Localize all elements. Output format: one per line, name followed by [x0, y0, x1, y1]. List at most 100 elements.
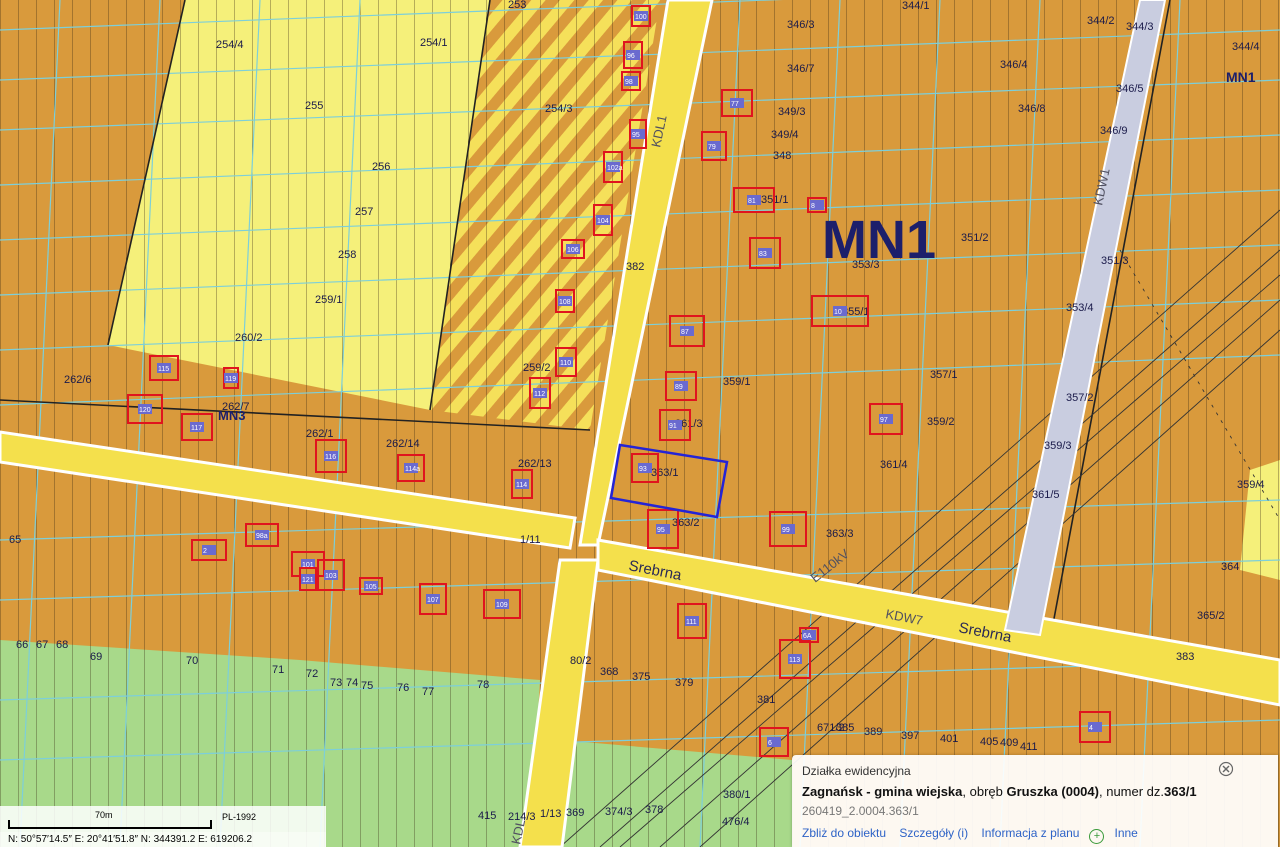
parcel-label: 409 — [1000, 737, 1018, 749]
zoom-to-object-link[interactable]: Zbliż do obiektu — [802, 826, 886, 840]
building-number: 103 — [325, 573, 337, 580]
popup-location: Zagnańsk - gmina wiejska — [802, 784, 963, 799]
parcel-label: 344/4 — [1232, 41, 1260, 53]
parcel-label: 344/2 — [1087, 15, 1115, 27]
building-number: 104 — [597, 218, 609, 225]
building-number: 119 — [225, 376, 236, 383]
building-number: 83 — [759, 251, 767, 258]
plan-info-link[interactable]: Informacja z planu — [981, 826, 1079, 840]
parcel-label: 405 — [980, 736, 998, 748]
parcel-label: 260/2 — [235, 332, 263, 344]
parcel-label: 262/7 — [222, 401, 250, 413]
building-number: 112 — [534, 391, 545, 398]
details-link[interactable]: Szczegóły (i) — [899, 826, 968, 840]
parcel-label: 214/3 — [508, 811, 536, 823]
building-number: 107 — [427, 597, 439, 604]
parcel-label: 382 — [626, 261, 644, 273]
parcel-label: 364 — [1221, 561, 1239, 573]
building-number: 117 — [191, 425, 202, 432]
parcel-label: 262/6 — [64, 374, 92, 386]
scale-bar-graphic — [8, 820, 212, 829]
parcel-label: 348 — [773, 150, 791, 162]
parcel-label: 74 — [346, 677, 358, 689]
building: 8 — [807, 197, 827, 213]
scale-crs: PL-1992 — [222, 812, 257, 822]
parcel-label: 363/1 — [651, 467, 679, 479]
building-number: 113 — [789, 657, 800, 664]
other-link[interactable]: Inne — [1114, 826, 1137, 840]
parcel-label: 349/3 — [778, 106, 806, 118]
scale-length: 70m — [95, 810, 113, 820]
parcel-label: 254/3 — [545, 103, 573, 115]
parcel-label: 353/4 — [1066, 302, 1094, 314]
parcel-label: 389 — [864, 726, 882, 738]
parcel-label: 359/4 — [1237, 479, 1265, 491]
parcel-label: 378 — [645, 804, 663, 816]
parcel-label: 253 — [508, 0, 526, 11]
parcel-label: 346/8 — [1018, 103, 1046, 115]
parcel-label: 357/1 — [930, 369, 958, 381]
close-icon[interactable] — [1218, 761, 1234, 777]
popup-links: Zbliż do obiektu Szczegóły (i) Informacj… — [802, 826, 1148, 844]
building-number: 100 — [635, 14, 647, 21]
popup-precinct-prefix: , obręb — [962, 784, 1007, 799]
building-number: 110 — [560, 360, 571, 367]
parcel-label: 68 — [56, 639, 68, 651]
parcel-label: 259/2 — [523, 362, 551, 374]
parcel-label: 69 — [90, 651, 102, 663]
parcel-label: 255 — [305, 100, 323, 112]
parcel-label: 363/2 — [672, 517, 700, 529]
parcel-label: 70 — [186, 655, 198, 667]
parcel-label: 363/3 — [826, 528, 854, 540]
map-canvas[interactable]: MN1 MN1 MN3 Srebrna Srebrna KDL1 KDW1 KD… — [0, 0, 1280, 847]
parcel-label: 374/3 — [605, 806, 633, 818]
parcel-label: 411 — [1020, 741, 1038, 753]
parcel-label: 349/4 — [771, 129, 799, 141]
parcel-label: 75 — [361, 680, 373, 692]
parcel-label: 80/2 — [570, 655, 591, 667]
parcel-label: 346/3 — [787, 19, 815, 31]
parcel-label: 346/4 — [1000, 59, 1028, 71]
popup-description: Zagnańsk - gmina wiejska, obręb Gruszka … — [802, 784, 1197, 799]
parcel-label: 359/2 — [927, 416, 955, 428]
popup-parcel-number: 363/1 — [1164, 784, 1197, 799]
parcel-label: 76 — [397, 682, 409, 694]
building-number: 98a — [256, 533, 268, 540]
parcel-label: 476/4 — [722, 816, 750, 828]
parcel-label: 353/3 — [852, 259, 880, 271]
building-number: 96 — [627, 53, 635, 60]
building-number: 79 — [708, 144, 716, 151]
building-number: 95 — [657, 527, 665, 534]
building-number: 4 — [1089, 725, 1093, 732]
parcel-label: 344/1 — [902, 0, 930, 12]
building-number: 91 — [669, 423, 677, 430]
parcel-label: 401 — [940, 733, 958, 745]
parcel-label: 77 — [422, 686, 434, 698]
parcel-label: 397 — [901, 730, 919, 742]
parcel-label: 346/9 — [1100, 125, 1128, 137]
building-number: 77 — [731, 101, 739, 108]
building-number: 89 — [675, 384, 683, 391]
parcel-label: 361/5 — [1032, 489, 1060, 501]
building-number: 114 — [516, 482, 527, 489]
parcel-label: 351/3 — [1101, 255, 1129, 267]
building-number: 120 — [139, 407, 151, 414]
parcel-label: 375 — [632, 671, 650, 683]
popup-parcel-identifier: 260419_2.0004.363/1 — [802, 804, 919, 818]
parcel-label: 256 — [372, 161, 390, 173]
parcel-label: 78 — [477, 679, 489, 691]
scale-bar: 70m PL-1992 — [0, 806, 326, 832]
parcel-label: 257 — [355, 206, 373, 218]
plus-circle-icon[interactable]: + — [1089, 829, 1105, 844]
building-number: 93 — [639, 466, 647, 473]
parcel-label: 369 — [566, 807, 584, 819]
building-number: 99 — [782, 527, 790, 534]
parcel-label: 415 — [478, 810, 496, 822]
building-number: 97 — [880, 417, 888, 424]
parcel-label: 72 — [306, 668, 318, 680]
parcel-label: 1/13 — [540, 808, 561, 820]
building-number: 115 — [158, 366, 169, 373]
building-number: 102a — [607, 165, 623, 172]
parcel-label: 262/14 — [386, 438, 420, 450]
parcel-label: 65 — [9, 534, 21, 546]
